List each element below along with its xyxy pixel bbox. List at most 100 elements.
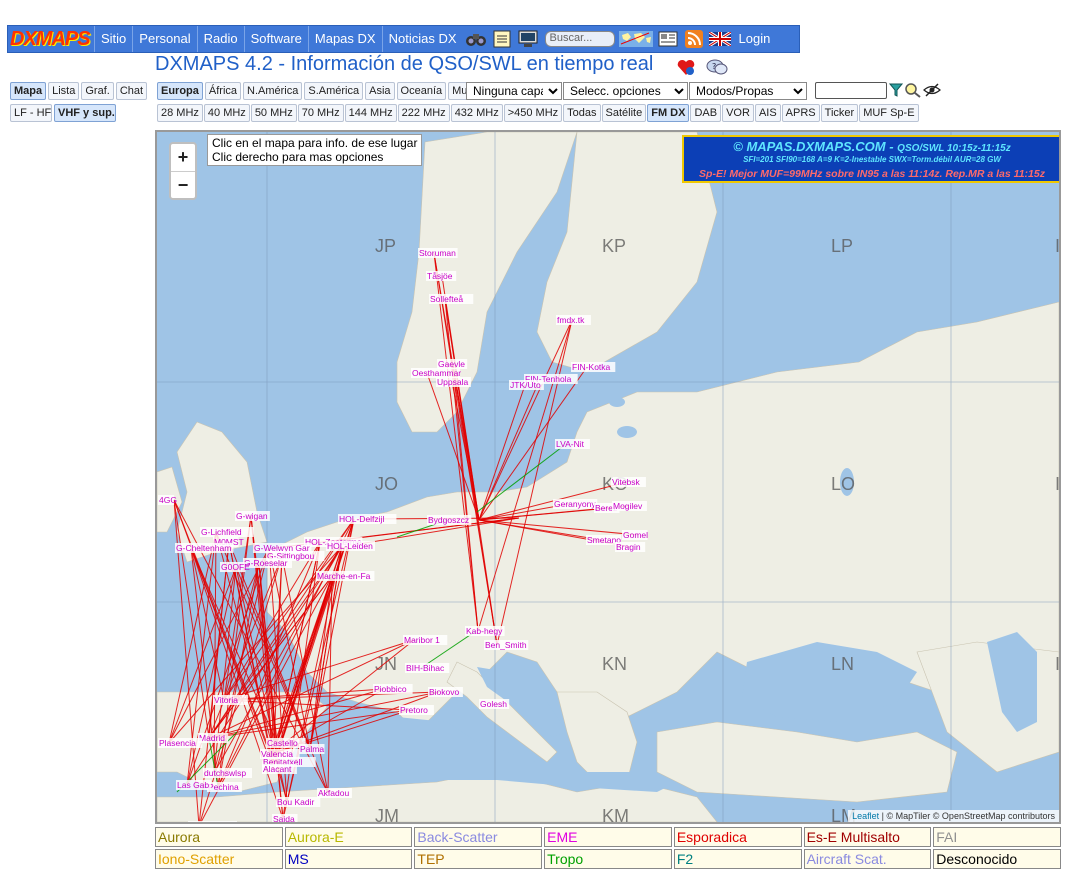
tab-144mhz[interactable]: 144 MHz [344, 104, 397, 122]
station-palma[interactable]: Palma [299, 744, 325, 754]
station-las-gab[interactable]: Las Gab [176, 780, 211, 790]
station-alacant[interactable]: Alacant [262, 764, 297, 774]
station-madrid[interactable]: Madrid [198, 733, 229, 743]
station-akfadou[interactable]: Akfadou [317, 788, 352, 798]
tab-ticker[interactable]: Ticker [820, 104, 859, 122]
computer-icon[interactable] [517, 29, 539, 49]
tab-fm-dx[interactable]: FM DX [647, 104, 690, 122]
tab-dab[interactable]: DAB [690, 104, 722, 122]
tab-432mhz[interactable]: 432 MHz [450, 104, 503, 122]
station-g-cheltenham[interactable]: G-Cheltenham [175, 543, 234, 553]
station-g-wigan[interactable]: G-wigan [235, 511, 270, 521]
station-uppsala[interactable]: Uppsala [436, 377, 471, 387]
station-piobbico[interactable]: Piobbico [373, 684, 413, 694]
zoom-in-button[interactable]: + [171, 144, 195, 171]
magnifier-icon[interactable] [904, 82, 922, 103]
station-biokovo[interactable]: Biokovo [428, 687, 463, 697]
rss-icon[interactable] [683, 29, 705, 49]
tab-50mhz[interactable]: 50 MHz [250, 104, 297, 122]
tab-222mhz[interactable]: 222 MHz [397, 104, 450, 122]
tab-satelite[interactable]: Satélite [601, 104, 647, 122]
station-storuman[interactable]: Storuman [418, 248, 458, 258]
nav-link-software[interactable]: Software [243, 26, 308, 52]
station-geranyony[interactable]: Geranyony [553, 499, 598, 509]
station-t-sj-e[interactable]: Tåsjöe [426, 271, 457, 281]
station-4gg[interactable]: 4GG [158, 495, 177, 505]
login-link[interactable]: Login [733, 26, 777, 52]
tab-lista[interactable]: Lista [48, 82, 80, 100]
station-marche-en-fa[interactable]: Marche-en-Fa [316, 571, 375, 581]
station-bragin[interactable]: Bragin [615, 542, 646, 552]
station-sollefte-[interactable]: Sollefteå [429, 294, 474, 304]
tab-mapa[interactable]: Mapa [10, 82, 47, 100]
tab-lf-hf[interactable]: LF - HF [10, 104, 52, 122]
station-g-roeselar[interactable]: G-Roeselar [243, 558, 292, 568]
station-lva-nit[interactable]: LVA-Nit [555, 439, 590, 449]
tab-muf-spe[interactable]: MUF Sp-E [859, 104, 919, 122]
tab-vor[interactable]: VOR [722, 104, 754, 122]
map-view[interactable]: JPKPLPJOKOLOJNKNLNJMKMLMIII StorumanTåsj… [155, 130, 1061, 824]
leaflet-link[interactable]: Leaflet [852, 811, 879, 821]
station-fmdx-tk[interactable]: fmdx.tk [556, 315, 591, 325]
tab-europa[interactable]: Europa [157, 82, 203, 100]
world-map-icon[interactable] [618, 29, 653, 49]
newspaper-icon[interactable] [657, 29, 679, 49]
station-hol-leiden[interactable]: HOL-Leiden [326, 541, 375, 551]
station-vitebsk[interactable]: Vitebsk [611, 477, 646, 487]
filter-icon[interactable] [888, 82, 904, 103]
nav-link-personal[interactable]: Personal [132, 26, 196, 52]
tab-asia[interactable]: Asia [365, 82, 395, 100]
station-bydgoszcz[interactable]: Bydgoszcz [427, 515, 472, 525]
tab-70mhz[interactable]: 70 MHz [297, 104, 344, 122]
tab-450mhz[interactable]: >450 MHz [503, 104, 563, 122]
heart-icon[interactable] [676, 58, 696, 81]
station-saida[interactable]: Saida [272, 814, 298, 822]
tab-chat[interactable]: Chat [115, 82, 148, 100]
station-bou-kadir[interactable]: Bou Kadir [276, 797, 321, 807]
tab-aprs[interactable]: APRS [781, 104, 820, 122]
station-kab-hegy[interactable]: Kab-hegy [465, 626, 505, 636]
tab-oceania[interactable]: Oceanía [396, 82, 447, 100]
tab-vhf[interactable]: VHF y sup. [54, 104, 116, 122]
nav-link-radio[interactable]: Radio [196, 26, 244, 52]
station-dutchswlsp[interactable]: dutchswlsp [203, 768, 252, 778]
station-ben-smith[interactable]: Ben_Smith [484, 640, 529, 650]
uk-flag-icon[interactable] [708, 29, 731, 49]
dxmaps-logo[interactable]: DXMAPS [10, 28, 91, 50]
tab-28mhz[interactable]: 28 MHz [157, 104, 203, 122]
station-golesh[interactable]: Golesh [479, 699, 510, 709]
map-canvas[interactable]: JPKPLPJOKOLOJNKNLNJMKMLMIII StorumanTåsj… [157, 132, 1059, 822]
station-mogilev[interactable]: Mogilev [612, 501, 647, 511]
station-bih-bihac[interactable]: BIH-Bihac [405, 663, 450, 673]
list-icon[interactable] [491, 29, 513, 49]
chat-bubbles-icon[interactable]: ? [706, 58, 728, 81]
tab-todas[interactable]: Todas [563, 104, 601, 122]
nav-link-noticias-dx[interactable]: Noticias DX [381, 26, 463, 52]
station-jtk-uto[interactable]: JTK/Uto [509, 380, 544, 390]
nav-link-sitio[interactable]: Sitio [94, 26, 132, 52]
tab-40mhz[interactable]: 40 MHz [203, 104, 250, 122]
station-g-lichfield[interactable]: G-Lichfield [200, 527, 254, 537]
station-g0ofe[interactable]: G0OFE [220, 562, 250, 572]
hidden-eye-icon[interactable] [923, 82, 941, 103]
modes-select[interactable]: Modos/Propas [689, 82, 807, 100]
layer-select[interactable]: Ninguna capa [466, 82, 562, 100]
tab-s-america[interactable]: S.América [304, 82, 364, 100]
zoom-out-button[interactable]: − [171, 171, 195, 198]
binoculars-icon[interactable] [465, 29, 487, 49]
tab-n-america[interactable]: N.América [243, 82, 303, 100]
search-input[interactable]: Buscar... [544, 31, 615, 47]
station-boukhouali[interactable]: Boukhouali [188, 821, 237, 822]
station-pretoro[interactable]: Pretoro [399, 705, 434, 715]
filter-text-input[interactable] [815, 82, 887, 99]
station-hol-delfzijl[interactable]: HOL-Delfzijl [338, 514, 397, 524]
options-select[interactable]: Selecc. opciones [563, 82, 688, 100]
station-maribor-1[interactable]: Maribor 1 [403, 635, 448, 645]
station-vitoria[interactable]: Vitoria [213, 695, 248, 705]
station-gomel[interactable]: Gomel [622, 530, 648, 540]
tab-graf[interactable]: Graf. [81, 82, 114, 100]
nav-link-mapas-dx[interactable]: Mapas DX [307, 26, 382, 52]
tab-ais[interactable]: AIS [754, 104, 781, 122]
station-plasencia[interactable]: Plasencia [158, 738, 203, 748]
station-pechina[interactable]: Pechina [207, 782, 242, 792]
